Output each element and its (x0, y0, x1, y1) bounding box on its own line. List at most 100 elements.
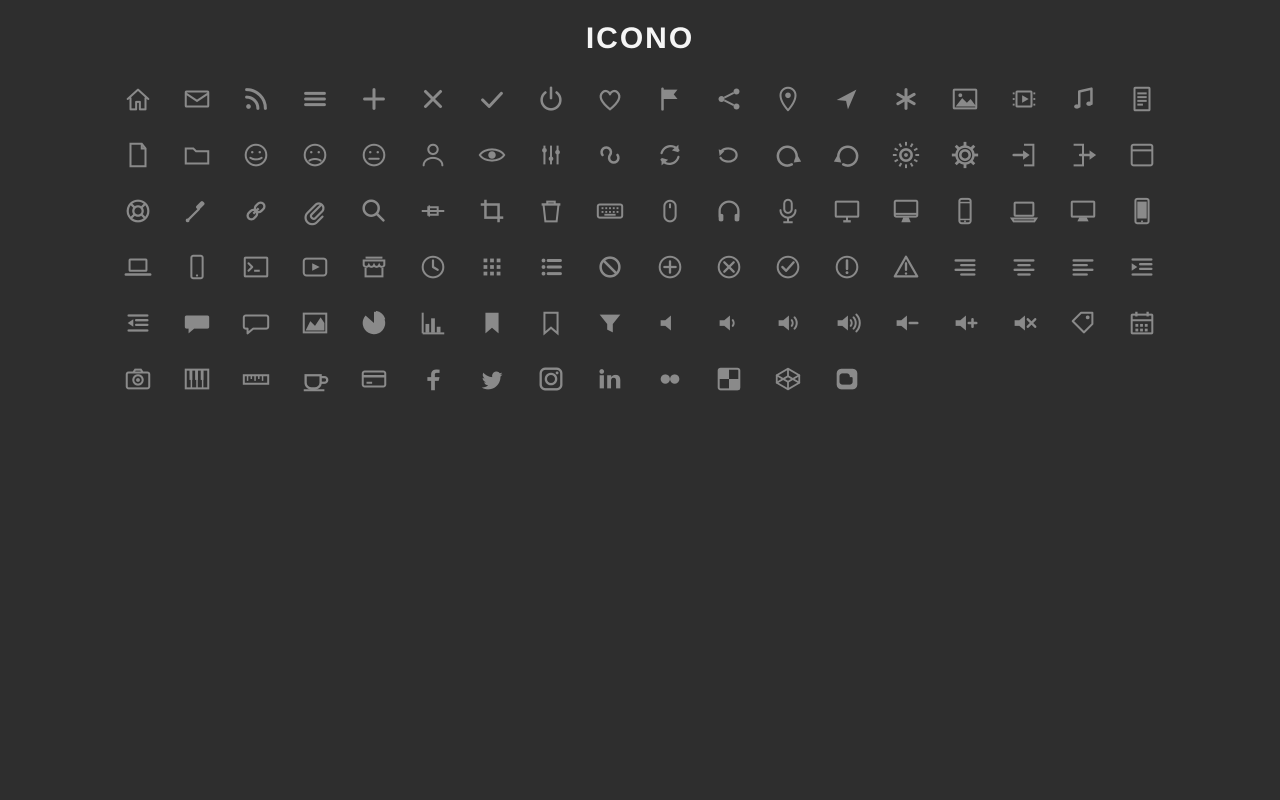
calendar-icon[interactable] (1113, 306, 1172, 340)
volume-off-icon[interactable] (640, 306, 699, 340)
infinity-icon[interactable] (581, 138, 640, 172)
rss-icon[interactable] (226, 82, 285, 116)
laptop-icon[interactable] (108, 250, 167, 284)
volume-mute-icon[interactable] (995, 306, 1054, 340)
flag-icon[interactable] (640, 82, 699, 116)
chat-filled-icon[interactable] (167, 306, 226, 340)
folder-icon[interactable] (167, 138, 226, 172)
undo-icon[interactable] (758, 138, 817, 172)
sliders-icon[interactable] (522, 138, 581, 172)
delicious-icon[interactable] (699, 362, 758, 396)
clock-icon[interactable] (404, 250, 463, 284)
volume-low-icon[interactable] (699, 306, 758, 340)
phone-outline-icon[interactable] (167, 250, 226, 284)
bookmark-icon[interactable] (463, 306, 522, 340)
redo-icon[interactable] (817, 138, 876, 172)
power-icon[interactable] (522, 82, 581, 116)
life-ring-icon[interactable] (108, 194, 167, 228)
phone-device-icon[interactable] (1113, 194, 1172, 228)
instagram-icon[interactable] (522, 362, 581, 396)
check-icon[interactable] (463, 82, 522, 116)
microphone-icon[interactable] (758, 194, 817, 228)
music-icon[interactable] (1054, 82, 1113, 116)
sign-in-icon[interactable] (995, 138, 1054, 172)
pie-chart-icon[interactable] (344, 306, 403, 340)
camera-icon[interactable] (108, 362, 167, 396)
align-left-icon[interactable] (1054, 250, 1113, 284)
text-align-icon[interactable] (404, 194, 463, 228)
iphone-icon[interactable] (936, 194, 995, 228)
check-circle-icon[interactable] (758, 250, 817, 284)
piano-icon[interactable] (167, 362, 226, 396)
align-center-icon[interactable] (995, 250, 1054, 284)
blogger-icon[interactable] (817, 362, 876, 396)
twitter-icon[interactable] (463, 362, 522, 396)
location-pin-icon[interactable] (758, 82, 817, 116)
share-icon[interactable] (699, 82, 758, 116)
youtube-icon[interactable] (285, 250, 344, 284)
plus-icon[interactable] (344, 82, 403, 116)
terminal-icon[interactable] (226, 250, 285, 284)
trash-icon[interactable] (522, 194, 581, 228)
indent-icon[interactable] (1113, 250, 1172, 284)
facebook-icon[interactable] (404, 362, 463, 396)
codepen-icon[interactable] (758, 362, 817, 396)
document-icon[interactable] (1113, 82, 1172, 116)
align-right-icon[interactable] (936, 250, 995, 284)
flickr-icon[interactable] (640, 362, 699, 396)
video-icon[interactable] (995, 82, 1054, 116)
cross-circle-icon[interactable] (699, 250, 758, 284)
loop-icon[interactable] (699, 138, 758, 172)
dropper-icon[interactable] (167, 194, 226, 228)
plus-circle-icon[interactable] (640, 250, 699, 284)
mail-icon[interactable] (167, 82, 226, 116)
location-arrow-icon[interactable] (817, 82, 876, 116)
paperclip-icon[interactable] (285, 194, 344, 228)
filter-icon[interactable] (581, 306, 640, 340)
sun-icon[interactable] (876, 138, 935, 172)
frown-icon[interactable] (285, 138, 344, 172)
smile-icon[interactable] (226, 138, 285, 172)
keyboard-icon[interactable] (581, 194, 640, 228)
user-icon[interactable] (404, 138, 463, 172)
volume-decrease-icon[interactable] (876, 306, 935, 340)
volume-medium-icon[interactable] (758, 306, 817, 340)
heart-icon[interactable] (581, 82, 640, 116)
bar-chart-icon[interactable] (404, 306, 463, 340)
volume-increase-icon[interactable] (936, 306, 995, 340)
area-chart-icon[interactable] (285, 306, 344, 340)
chain-icon[interactable] (226, 194, 285, 228)
bookmark-empty-icon[interactable] (522, 306, 581, 340)
outdent-icon[interactable] (108, 306, 167, 340)
forbidden-icon[interactable] (581, 250, 640, 284)
eye-icon[interactable] (463, 138, 522, 172)
market-icon[interactable] (344, 250, 403, 284)
list-icon[interactable] (522, 250, 581, 284)
image-icon[interactable] (936, 82, 995, 116)
file-icon[interactable] (108, 138, 167, 172)
caution-icon[interactable] (876, 250, 935, 284)
browser-icon[interactable] (1113, 138, 1172, 172)
display-alt-icon[interactable] (1054, 194, 1113, 228)
tag-icon[interactable] (1054, 306, 1113, 340)
chat-outline-icon[interactable] (226, 306, 285, 340)
hamburger-icon[interactable] (285, 82, 344, 116)
crop-icon[interactable] (463, 194, 522, 228)
volume-high-icon[interactable] (817, 306, 876, 340)
search-icon[interactable] (344, 194, 403, 228)
tiles-icon[interactable] (463, 250, 522, 284)
cross-icon[interactable] (404, 82, 463, 116)
display-icon[interactable] (817, 194, 876, 228)
sign-out-icon[interactable] (1054, 138, 1113, 172)
imac-icon[interactable] (876, 194, 935, 228)
asterisk-icon[interactable] (876, 82, 935, 116)
meh-icon[interactable] (344, 138, 403, 172)
creditcard-icon[interactable] (344, 362, 403, 396)
ruler-icon[interactable] (226, 362, 285, 396)
exclamation-circle-icon[interactable] (817, 250, 876, 284)
linkedin-icon[interactable] (581, 362, 640, 396)
sync-icon[interactable] (640, 138, 699, 172)
headphones-icon[interactable] (699, 194, 758, 228)
gear-icon[interactable] (936, 138, 995, 172)
macbook-icon[interactable] (995, 194, 1054, 228)
